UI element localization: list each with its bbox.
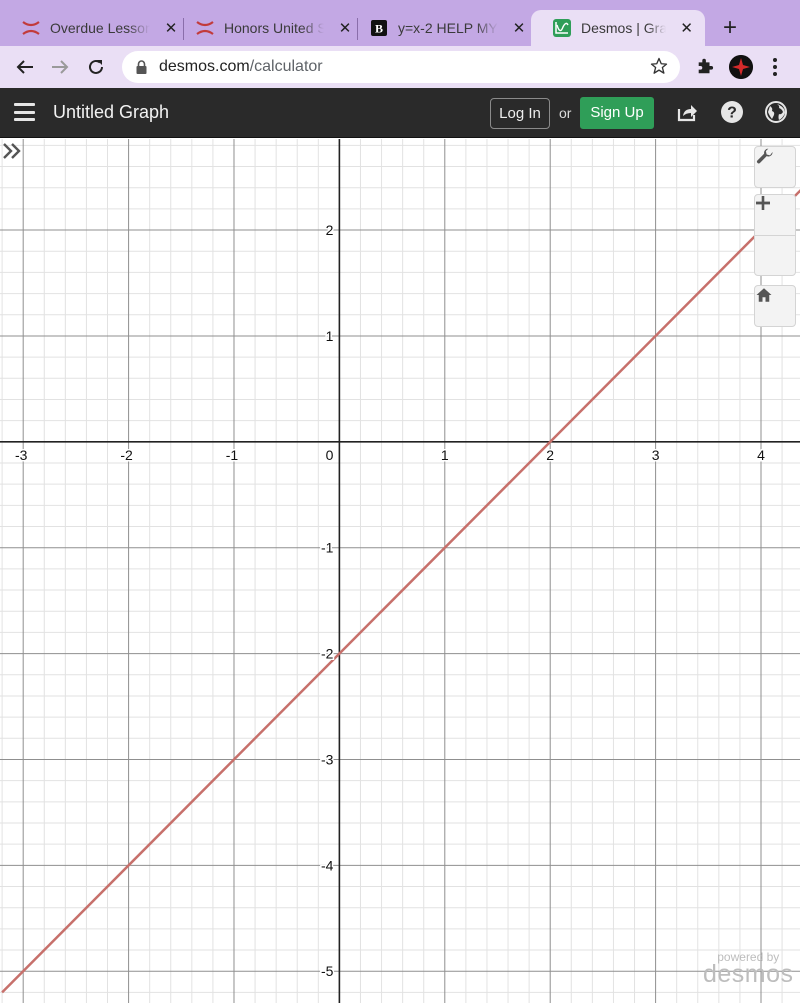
default-viewport-button[interactable] — [755, 286, 795, 326]
tab-brainly-question[interactable]: B y=x-2 HELP MY ✕ — [348, 10, 538, 46]
or-label: or — [559, 105, 572, 121]
home-icon — [756, 288, 772, 302]
tab-desmos[interactable]: Desmos | Graphing Calculator ✕ — [531, 10, 705, 46]
more-menu-icon[interactable] — [770, 56, 780, 78]
x-tick-label: 2 — [546, 447, 554, 463]
globe-language-icon[interactable] — [764, 100, 788, 124]
tab-title: Overdue Lessons — [50, 20, 150, 36]
arrow-left-icon — [16, 60, 33, 74]
edgenuity-x-icon — [196, 19, 214, 37]
tab-honors-united-states[interactable]: Honors United States ✕ — [174, 10, 364, 46]
graph-settings-panel — [754, 146, 796, 188]
y-tick-label: -5 — [321, 963, 334, 979]
wrench-icon — [756, 148, 773, 164]
svg-text:B: B — [375, 22, 383, 36]
extensions-puzzle-icon[interactable] — [696, 56, 714, 76]
graph-plot[interactable]: -3 -2 -1 1 2 3 4 -5 -4 -3 -2 -1 1 2 0 — [0, 139, 800, 1003]
lock-icon — [136, 60, 147, 74]
graph-canvas[interactable]: -3 -2 -1 1 2 3 4 -5 -4 -3 -2 -1 1 2 0 powered by desmo… — [0, 139, 800, 1003]
x-tick-label: -2 — [120, 447, 133, 463]
reload-button[interactable] — [83, 54, 109, 80]
desmos-icon — [553, 19, 571, 37]
address-bar[interactable]: desmos.com/calculator — [122, 51, 680, 83]
y-tick-label: -4 — [321, 857, 334, 873]
login-button[interactable]: Log In — [490, 98, 550, 129]
y-tick-label: -1 — [321, 540, 334, 556]
graph-title[interactable]: Untitled Graph — [53, 102, 169, 123]
forward-button[interactable] — [47, 54, 73, 80]
share-icon[interactable] — [675, 100, 699, 124]
minus-icon — [756, 201, 770, 205]
profile-avatar[interactable] — [729, 55, 753, 79]
x-tick-label: -1 — [226, 447, 239, 463]
signup-button[interactable]: Sign Up — [580, 97, 654, 129]
tab-overdue-lessons[interactable]: Overdue Lessons ✕ — [0, 10, 190, 46]
edgenuity-x-icon — [22, 19, 40, 37]
zoom-controls — [754, 194, 796, 276]
y-tick-label: 2 — [326, 222, 334, 238]
graph-settings-button[interactable] — [755, 147, 795, 187]
powered-by-desmos[interactable]: powered by desmos — [703, 951, 794, 987]
hamburger-menu-icon[interactable] — [14, 103, 35, 121]
home-panel — [754, 285, 796, 327]
browser-toolbar: desmos.com/calculator — [0, 46, 800, 88]
y-tick-label: -3 — [321, 751, 334, 767]
close-tab-icon[interactable]: ✕ — [680, 19, 693, 37]
reload-icon — [89, 59, 103, 74]
x-tick-label: 1 — [441, 447, 449, 463]
y-tick-label: -2 — [321, 646, 334, 662]
back-button[interactable] — [12, 54, 38, 80]
arrow-right-icon — [52, 60, 69, 74]
url-text: desmos.com/calculator — [159, 58, 323, 75]
new-tab-button[interactable]: + — [718, 14, 742, 42]
x-tick-label: 3 — [652, 447, 660, 463]
expand-expression-list-icon[interactable] — [0, 139, 24, 163]
tab-title: y=x-2 HELP MY — [398, 20, 498, 36]
tab-title: Desmos | Graphing Calculator — [581, 20, 667, 36]
close-tab-icon[interactable]: ✕ — [512, 19, 526, 37]
desmos-header: Untitled Graph Log In or Sign Up ? — [0, 88, 800, 138]
y-tick-label: 1 — [326, 328, 334, 344]
svg-text:?: ? — [727, 105, 737, 122]
help-icon[interactable]: ? — [720, 100, 744, 124]
x-tick-label: -3 — [15, 447, 28, 463]
origin-label: 0 — [326, 447, 334, 463]
tab-title: Honors United States — [224, 20, 324, 36]
bookmark-star-icon[interactable] — [650, 57, 668, 75]
browser-tab-strip: Overdue Lessons ✕ Honors United States ✕… — [0, 0, 800, 46]
brainly-b-icon: B — [370, 19, 388, 37]
zoom-out-button[interactable] — [755, 201, 795, 275]
x-tick-label: 4 — [757, 447, 765, 463]
